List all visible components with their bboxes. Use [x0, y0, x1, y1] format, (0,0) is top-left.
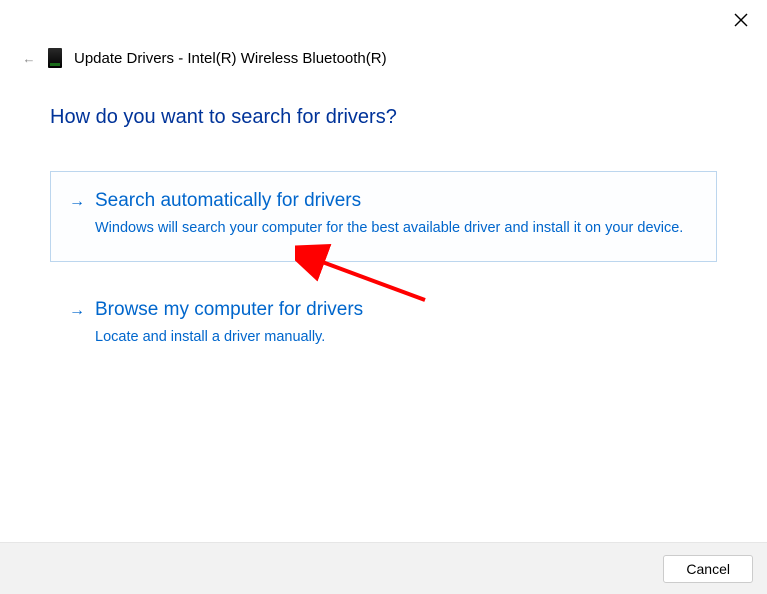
- option-search-automatically[interactable]: → Search automatically for drivers Windo…: [50, 171, 717, 262]
- back-arrow-icon[interactable]: ←: [22, 51, 36, 66]
- close-button[interactable]: [733, 12, 749, 28]
- header: ← Update Drivers - Intel(R) Wireless Blu…: [22, 48, 387, 68]
- page-heading: How do you want to search for drivers?: [50, 106, 717, 129]
- option-title: Search automatically for drivers: [95, 190, 698, 212]
- option-description: Windows will search your computer for th…: [95, 218, 698, 239]
- option-body: Search automatically for drivers Windows…: [95, 190, 698, 239]
- option-title: Browse my computer for drivers: [95, 299, 698, 321]
- arrow-right-icon: →: [69, 193, 85, 239]
- device-icon: [48, 48, 62, 68]
- option-body: Browse my computer for drivers Locate an…: [95, 299, 698, 348]
- close-icon: [734, 13, 748, 27]
- window-title: Update Drivers - Intel(R) Wireless Bluet…: [74, 50, 387, 67]
- option-browse-computer[interactable]: → Browse my computer for drivers Locate …: [50, 280, 717, 371]
- option-description: Locate and install a driver manually.: [95, 327, 698, 348]
- footer: Cancel: [0, 542, 767, 594]
- content-area: How do you want to search for drivers? →…: [50, 106, 717, 389]
- arrow-right-icon: →: [69, 302, 85, 348]
- cancel-button[interactable]: Cancel: [663, 555, 753, 583]
